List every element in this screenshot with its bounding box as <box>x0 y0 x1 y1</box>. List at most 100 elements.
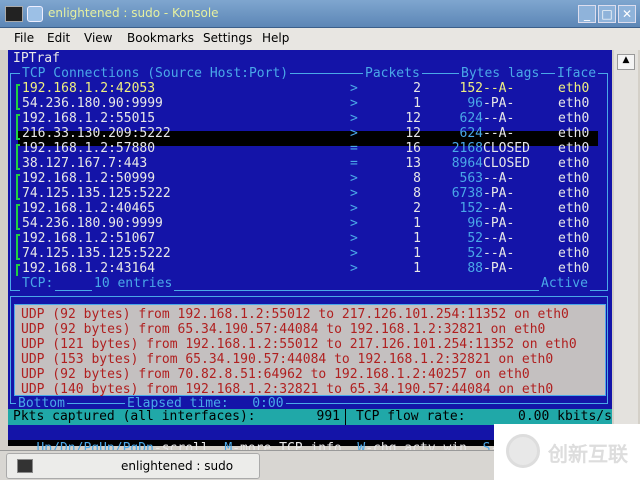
row-flags: --A- <box>483 111 515 126</box>
scroll-up-arrow-icon[interactable]: ▲ <box>617 54 635 70</box>
scrollbar[interactable]: ▲ <box>614 50 638 446</box>
tcp-active-label: Active <box>539 276 590 291</box>
flow-rate-label: TCP flow rate: <box>356 409 466 424</box>
row-bytes: 563 <box>459 171 483 186</box>
terminal[interactable]: IPTraf TCP Connections (Source Host:Port… <box>8 50 612 456</box>
close-button[interactable]: ✕ <box>618 5 636 23</box>
tcp-header-conn: TCP Connections (Source Host:Port) <box>20 66 291 81</box>
row-direction: > <box>350 81 358 96</box>
menu-settings[interactable]: Settings <box>203 31 252 45</box>
row-host: 192.168.1.2:40465 <box>22 201 156 216</box>
row-packets: 1 <box>413 231 421 246</box>
row-direction: > <box>350 171 358 186</box>
row-bytes: 152 <box>459 81 483 96</box>
row-iface: eth0 <box>558 186 590 201</box>
row-direction: = <box>350 141 358 156</box>
row-direction: = <box>350 156 358 171</box>
tcp-header-iface: Iface <box>555 66 599 81</box>
row-direction: > <box>350 201 358 216</box>
udp-entry: UDP (92 bytes) from 65.34.190.57:44084 t… <box>21 322 546 337</box>
row-host: 192.168.1.2:51067 <box>22 231 156 246</box>
row-iface: eth0 <box>558 171 590 186</box>
row-bytes: 624 <box>459 111 483 126</box>
connection-pair-bracket <box>16 174 20 200</box>
row-direction: > <box>350 186 358 201</box>
row-packets: 2 <box>413 201 421 216</box>
pkts-count: 991 <box>316 409 340 424</box>
row-bytes: 96 <box>467 216 483 231</box>
row-packets: 8 <box>413 186 421 201</box>
maximize-button[interactable]: □ <box>598 5 616 23</box>
menu-edit[interactable]: Edit <box>47 31 70 45</box>
row-iface: eth0 <box>558 96 590 111</box>
row-iface: eth0 <box>558 231 590 246</box>
row-direction: > <box>350 246 358 261</box>
udp-entry: UDP (153 bytes) from 65.34.190.57:44084 … <box>21 352 554 367</box>
watermark-text: 创新互联 <box>548 442 628 466</box>
row-iface: eth0 <box>558 156 590 171</box>
row-packets: 1 <box>413 246 421 261</box>
menu-view[interactable]: View <box>84 31 112 45</box>
row-packets: 12 <box>405 111 421 126</box>
row-host: 192.168.1.2:50999 <box>22 171 156 186</box>
row-packets: 1 <box>413 216 421 231</box>
row-iface: eth0 <box>558 126 590 141</box>
menu-bar: File Edit View Bookmarks Settings Help <box>0 28 640 50</box>
row-host: 192.168.1.2:55015 <box>22 111 156 126</box>
menu-file[interactable]: File <box>14 31 34 45</box>
flow-rate-value: 0.00 kbits/s <box>518 409 612 424</box>
tcp-entries-count: 10 entries <box>92 276 175 291</box>
title-bar: enlightened : sudo - Konsole _ □ ✕ <box>0 0 640 28</box>
row-host: 54.236.180.90:9999 <box>22 96 163 111</box>
window-menu-icon[interactable] <box>27 6 43 22</box>
row-bytes: 624 <box>459 126 483 141</box>
menu-bookmarks[interactable]: Bookmarks <box>127 31 194 45</box>
row-bytes: 2168 <box>451 141 483 156</box>
row-iface: eth0 <box>558 261 590 276</box>
tcp-header-bytes: Bytes lags <box>459 66 542 81</box>
row-flags: CLOSED <box>483 141 530 156</box>
row-bytes: 96 <box>467 96 483 111</box>
row-packets: 2 <box>413 81 421 96</box>
row-bytes: 8964 <box>451 156 483 171</box>
app-name: IPTraf <box>13 51 60 66</box>
row-host: 192.168.1.2:42053 <box>22 81 156 96</box>
row-bytes: 6738 <box>451 186 483 201</box>
row-host: 74.125.135.125:5222 <box>22 186 171 201</box>
iptraf-screen: IPTraf TCP Connections (Source Host:Port… <box>8 50 612 456</box>
row-iface: eth0 <box>558 246 590 261</box>
row-iface: eth0 <box>558 81 590 96</box>
row-packets: 1 <box>413 96 421 111</box>
konsole-icon[interactable] <box>5 6 23 22</box>
udp-entry: UDP (121 bytes) from 192.168.1.2:55012 t… <box>21 337 577 352</box>
terminal-icon <box>17 459 33 473</box>
row-bytes: 52 <box>467 231 483 246</box>
taskbar-item-label: enlightened : sudo <box>121 459 234 473</box>
row-host: 54.236.180.90:9999 <box>22 216 163 231</box>
row-host: 216.33.130.209:5222 <box>22 126 171 141</box>
row-flags: --A- <box>483 231 515 246</box>
taskbar-item[interactable]: enlightened : sudo <box>6 453 260 479</box>
watermark: 创新互联 <box>494 424 640 480</box>
row-flags: -PA- <box>483 261 515 276</box>
row-flags: -PA- <box>483 96 515 111</box>
row-flags: CLOSED <box>483 156 530 171</box>
udp-entry: UDP (92 bytes) from 70.82.8.51:64962 to … <box>21 367 530 382</box>
row-iface: eth0 <box>558 111 590 126</box>
row-bytes: 152 <box>459 201 483 216</box>
row-direction: > <box>350 126 358 141</box>
row-flags: --A- <box>483 126 515 141</box>
minimize-button[interactable]: _ <box>578 5 596 23</box>
row-direction: > <box>350 111 358 126</box>
row-iface: eth0 <box>558 216 590 231</box>
connection-pair-bracket <box>16 84 20 110</box>
row-flags: --A- <box>483 246 515 261</box>
menu-help[interactable]: Help <box>262 31 289 45</box>
status-bar: Pkts captured (all interfaces): 991 TCP … <box>8 409 612 425</box>
udp-panel: UDP (92 bytes) from 192.168.1.2:55012 to… <box>14 304 606 397</box>
udp-entry: UDP (140 bytes) from 192.168.1.2:32821 t… <box>21 382 554 397</box>
row-packets: 1 <box>413 261 421 276</box>
pkts-label: Pkts captured (all interfaces): <box>13 409 256 424</box>
connection-pair-bracket <box>16 264 20 276</box>
tcp-footer-label: TCP: <box>20 276 56 291</box>
